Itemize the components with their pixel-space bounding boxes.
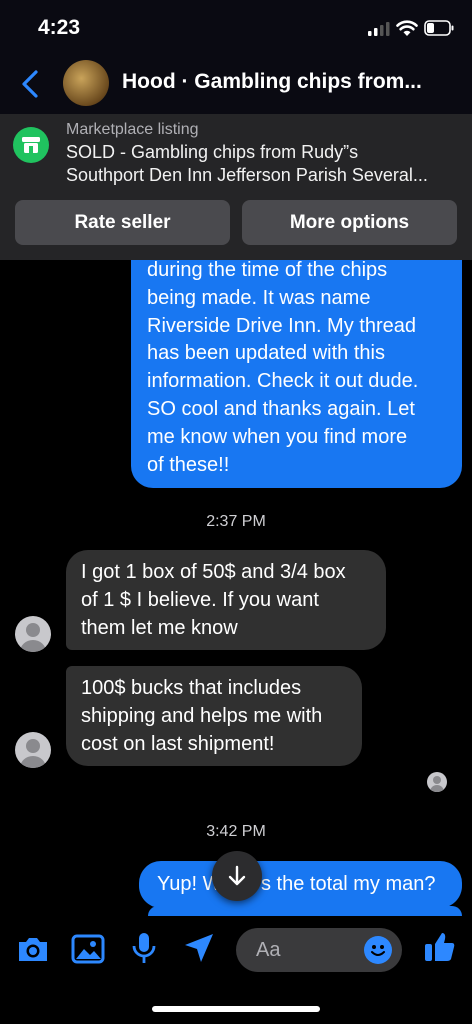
chevron-left-icon[interactable] <box>14 64 46 104</box>
message-text: 100$ bucks that includes shipping and he… <box>81 675 361 758</box>
camera-icon[interactable] <box>16 934 50 964</box>
microphone-icon[interactable] <box>130 931 158 965</box>
listing-title: SOLD - Gambling chips from Rudy”s Southp… <box>66 141 466 187</box>
seen-indicator <box>427 772 447 792</box>
sender-avatar[interactable] <box>15 732 51 768</box>
wifi-icon <box>396 20 418 36</box>
message-line: 100$ bucks that includes <box>81 677 302 699</box>
message-line: of 1 $ I believe. If you want <box>81 588 319 611</box>
listing-title-line: SOLD - Gambling chips from Rudy”s <box>66 142 359 162</box>
conversation-header: Hood · Gambling chips from... <box>0 56 472 114</box>
incoming-message[interactable]: 100$ bucks that includes shipping and he… <box>66 666 362 766</box>
timestamp: 2:37 PM <box>206 513 266 530</box>
sender-avatar[interactable] <box>15 616 51 652</box>
message-line: cost on last shipment! <box>81 732 275 755</box>
message-input[interactable]: Aa <box>236 928 402 972</box>
incoming-message[interactable]: I got 1 box of 50$ and 3/4 box of 1 $ I … <box>66 550 386 650</box>
message-line: me know when you find more <box>147 425 408 448</box>
message-line: I got 1 box of 50$ and 3/4 box <box>81 561 346 583</box>
message-text-right: s the total my man? <box>261 873 436 895</box>
home-indicator <box>152 1006 320 1012</box>
thumbs-up-icon[interactable] <box>423 930 457 964</box>
message-line: SO cool and thanks again. Let <box>147 397 415 420</box>
message-line: during the time of the chips <box>147 259 388 281</box>
status-bar: 4:23 <box>0 0 472 56</box>
shop-icon <box>13 127 49 163</box>
scroll-down-button[interactable] <box>212 851 262 901</box>
conversation-title[interactable]: Hood · Gambling chips from... <box>122 70 452 94</box>
message-line: information. Check it out dude. <box>147 370 419 393</box>
emoji-icon[interactable] <box>364 936 392 964</box>
signal-icon <box>368 22 390 36</box>
message-line: being made. It was name <box>147 286 371 309</box>
message-line: shipping and helps me with <box>81 704 323 727</box>
send-location-icon[interactable] <box>182 932 216 964</box>
message-line: has been updated with this <box>147 342 385 365</box>
listing-label: Marketplace listing <box>66 121 199 138</box>
avatar[interactable] <box>63 60 109 106</box>
outgoing-message[interactable]: during the time of the chips being made.… <box>131 230 462 488</box>
photo-icon[interactable] <box>71 933 105 965</box>
status-time: 4:23 <box>38 16 81 39</box>
message-line: of these!! <box>147 453 230 476</box>
listing-title-line: Southport Den Inn Jefferson Parish Sever… <box>66 165 428 185</box>
rate-seller-button[interactable]: Rate seller <box>15 200 230 245</box>
message-text: during the time of the chips being made.… <box>147 257 457 479</box>
message-line: them let me know <box>81 616 238 639</box>
outgoing-message[interactable]: Yup! W s the total my man? <box>139 861 462 908</box>
message-line: Riverside Drive Inn. My thread <box>147 314 416 337</box>
composer-bar: Aa <box>0 916 472 1024</box>
more-options-button[interactable]: More options <box>242 200 457 245</box>
scroll-down-arrow-icon <box>228 865 246 886</box>
timestamp: 3:42 PM <box>206 823 266 840</box>
message-input-placeholder: Aa <box>256 939 281 961</box>
battery-icon <box>424 20 454 36</box>
marketplace-listing-banner[interactable]: Marketplace listing SOLD - Gambling chip… <box>0 114 472 260</box>
message-text: I got 1 box of 50$ and 3/4 box of 1 $ I … <box>81 559 381 642</box>
